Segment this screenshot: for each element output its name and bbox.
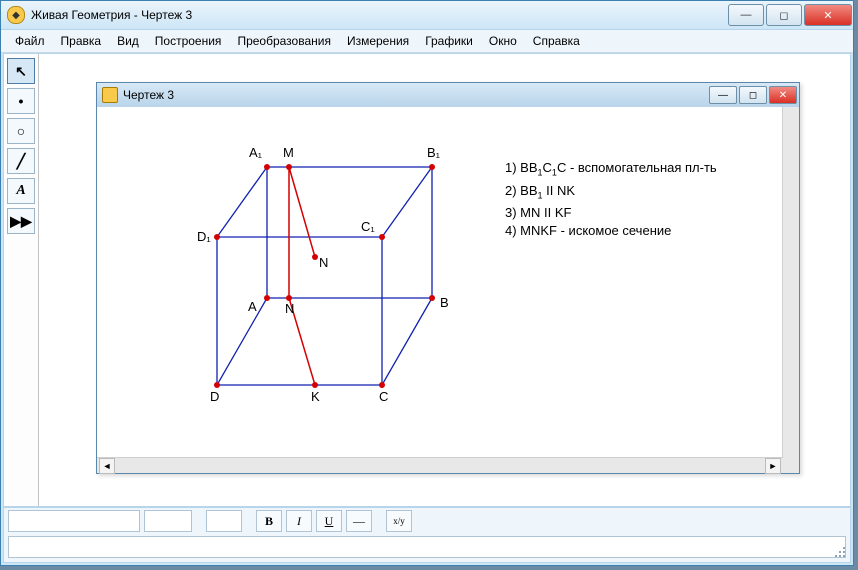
status-message — [8, 536, 846, 558]
toolbox: ↖ • ○ ╱ A ▶▶ — [4, 54, 39, 506]
resize-grip-icon[interactable] — [833, 545, 847, 559]
child-window: Чертеж 3 — ◻ ✕ — [96, 82, 800, 474]
label-A: A — [248, 299, 257, 314]
app-title: Живая Геометрия - Чертеж 3 — [31, 8, 727, 22]
child-minimize-button[interactable]: — — [709, 86, 737, 104]
child-maximize-button[interactable]: ◻ — [739, 86, 767, 104]
label-A1: A₁ — [249, 145, 263, 160]
label-B1: B₁ — [427, 145, 441, 160]
close-button[interactable]: ✕ — [804, 4, 852, 26]
italic-button[interactable]: I — [286, 510, 312, 532]
tool-custom[interactable]: ▶▶ — [7, 208, 35, 234]
horizontal-scrollbar[interactable]: ◄ ► — [97, 457, 783, 473]
proof-text[interactable]: 1) BB1C1C - вспомогательная пл-ть 2) BB1… — [505, 159, 717, 240]
font-size-field[interactable] — [144, 510, 192, 532]
label-D1: D₁ — [197, 229, 211, 244]
minimize-button[interactable]: — — [728, 4, 764, 26]
tool-text[interactable]: A — [7, 178, 35, 204]
tool-segment[interactable]: ╱ — [7, 148, 35, 174]
math-button[interactable]: x/y — [386, 510, 412, 532]
label-C1: C₁ — [361, 219, 375, 234]
status-bar: B I U — x/y — [3, 507, 851, 563]
menu-measure[interactable]: Измерения — [339, 32, 417, 50]
bold-button[interactable]: B — [256, 510, 282, 532]
menu-transform[interactable]: Преобразования — [229, 32, 339, 50]
label-B: B — [440, 295, 449, 310]
scrollbar-corner — [783, 457, 799, 473]
label-N2: N — [285, 301, 294, 316]
tool-arrow[interactable]: ↖ — [7, 58, 35, 84]
menu-help[interactable]: Справка — [525, 32, 588, 50]
child-close-button[interactable]: ✕ — [769, 86, 797, 104]
menu-edit[interactable]: Правка — [53, 32, 110, 50]
label-M: M — [283, 145, 294, 160]
child-title: Чертеж 3 — [123, 88, 707, 102]
app-icon: ◆ — [7, 6, 25, 24]
child-titlebar[interactable]: Чертеж 3 — ◻ ✕ — [97, 83, 799, 108]
menu-file[interactable]: Файл — [7, 32, 53, 50]
label-K: K — [311, 389, 320, 404]
menu-construct[interactable]: Построения — [147, 32, 230, 50]
tool-point[interactable]: • — [7, 88, 35, 114]
child-icon — [102, 87, 118, 103]
app-titlebar: ◆ Живая Геометрия - Чертеж 3 — ◻ ✕ — [1, 1, 853, 30]
strike-button[interactable]: — — [346, 510, 372, 532]
color-field[interactable] — [206, 510, 242, 532]
underline-button[interactable]: U — [316, 510, 342, 532]
workspace: ↖ • ○ ╱ A ▶▶ Чертеж 3 — ◻ ✕ — [3, 53, 851, 507]
scroll-right-button[interactable]: ► — [765, 458, 781, 474]
scroll-left-button[interactable]: ◄ — [99, 458, 115, 474]
menu-window[interactable]: Окно — [481, 32, 525, 50]
menubar: Файл Правка Вид Построения Преобразовани… — [1, 30, 853, 53]
menu-view[interactable]: Вид — [109, 32, 147, 50]
drawing-canvas[interactable]: A₁ M B₁ D₁ C₁ N A N B D K — [97, 107, 783, 457]
label-C: C — [379, 389, 388, 404]
label-D: D — [210, 389, 219, 404]
label-N: N — [319, 255, 328, 270]
tool-circle[interactable]: ○ — [7, 118, 35, 144]
menu-graph[interactable]: Графики — [417, 32, 481, 50]
maximize-button[interactable]: ◻ — [766, 4, 802, 26]
vertical-scrollbar[interactable] — [782, 107, 799, 457]
font-name-field[interactable] — [8, 510, 140, 532]
